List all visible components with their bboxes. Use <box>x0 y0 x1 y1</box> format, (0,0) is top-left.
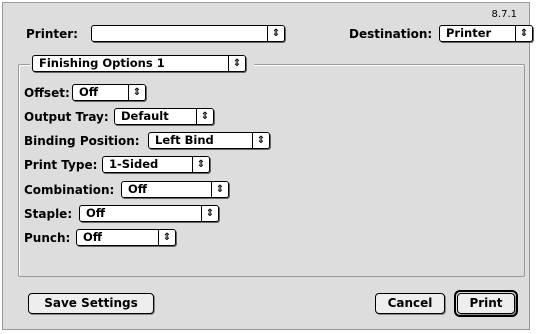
binding-position-label: Binding Position: <box>24 134 140 148</box>
combination-popup[interactable]: Off ⇕ <box>121 181 229 198</box>
destination-label: Destination: <box>349 27 433 41</box>
version-label: 8.7.1 <box>491 9 517 20</box>
offset-popup[interactable]: Off ⇕ <box>72 84 146 101</box>
output-tray-label: Output Tray: <box>24 110 109 124</box>
panel-select-popup[interactable]: Finishing Options 1 ⇕ <box>32 55 246 72</box>
up-down-arrows-icon: ⇕ <box>201 206 218 221</box>
print-dialog: 8.7.1 Printer: ⇕ Destination: Printer ⇕ … <box>2 2 533 330</box>
binding-position-popup[interactable]: Left Bind ⇕ <box>148 132 270 149</box>
combination-value: Off <box>128 182 148 196</box>
binding-position-value: Left Bind <box>155 133 214 147</box>
output-tray-popup[interactable]: Default ⇕ <box>114 108 214 125</box>
printer-popup[interactable]: ⇕ <box>91 25 285 42</box>
print-type-label: Print Type: <box>24 158 98 172</box>
staple-label: Staple: <box>24 207 73 221</box>
print-type-value: 1-Sided <box>109 157 159 171</box>
print-type-popup[interactable]: 1-Sided ⇕ <box>102 156 210 173</box>
combination-label: Combination: <box>24 183 115 197</box>
cancel-button[interactable]: Cancel <box>375 293 445 314</box>
up-down-arrows-icon: ⇕ <box>158 230 175 245</box>
offset-label: Offset: <box>24 86 70 100</box>
punch-label: Punch: <box>24 231 71 245</box>
up-down-arrows-icon: ⇕ <box>128 85 145 100</box>
printer-label: Printer: <box>26 27 78 41</box>
up-down-arrows-icon: ⇕ <box>211 182 228 197</box>
up-down-arrows-icon: ⇕ <box>515 26 532 41</box>
up-down-arrows-icon: ⇕ <box>252 133 269 148</box>
staple-value: Off <box>86 206 106 220</box>
save-settings-button[interactable]: Save Settings <box>28 293 154 314</box>
up-down-arrows-icon: ⇕ <box>228 56 245 71</box>
output-tray-value: Default <box>121 109 169 123</box>
print-button[interactable]: Print <box>457 293 515 314</box>
up-down-arrows-icon: ⇕ <box>267 26 284 41</box>
staple-popup[interactable]: Off ⇕ <box>79 205 219 222</box>
up-down-arrows-icon: ⇕ <box>196 109 213 124</box>
punch-popup[interactable]: Off ⇕ <box>76 229 176 246</box>
up-down-arrows-icon: ⇕ <box>192 157 209 172</box>
punch-value: Off <box>83 230 103 244</box>
panel-select-value: Finishing Options 1 <box>39 56 165 70</box>
destination-popup[interactable]: Printer ⇕ <box>439 25 533 42</box>
destination-value: Printer <box>446 26 492 40</box>
offset-value: Off <box>79 85 99 99</box>
